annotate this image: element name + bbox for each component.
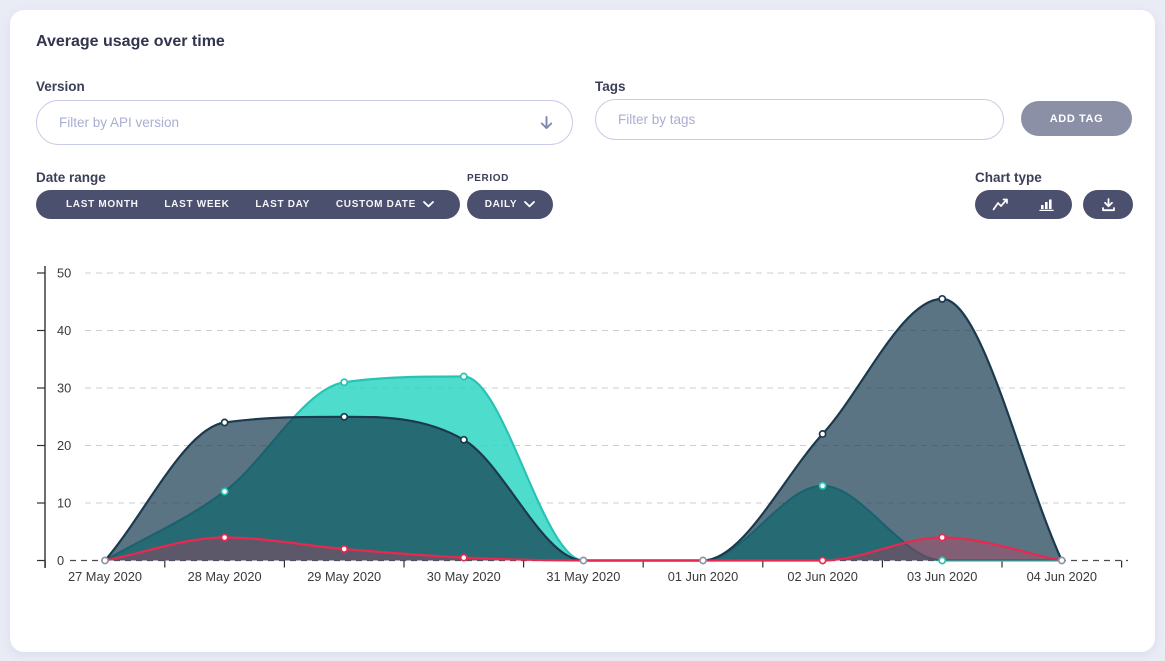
period-select[interactable]: DAILY [479,190,542,219]
svg-text:40: 40 [57,323,71,338]
svg-text:50: 50 [57,266,71,281]
date-range-toolbar: LAST MONTH LAST WEEK LAST DAY CUSTOM DAT… [36,190,460,219]
download-button[interactable] [1084,190,1132,219]
tags-label: Tags [595,79,626,94]
version-field-wrap [36,100,573,145]
version-filter-input[interactable] [36,100,573,145]
page-title: Average usage over time [36,33,225,51]
custom-date-button[interactable]: CUSTOM DATE [330,190,440,219]
svg-text:29 May 2020: 29 May 2020 [307,569,381,584]
last-month-button[interactable]: LAST MONTH [60,190,145,219]
usage-chart: 0 10 20 30 40 50 27 May 2020 28 May 2020 29 May … [0,252,1165,600]
svg-text:31 May 2020: 31 May 2020 [546,569,620,584]
period-label: PERIOD [467,173,509,184]
line-chart-icon [992,198,1009,211]
svg-text:04 Jun 2020: 04 Jun 2020 [1027,569,1097,584]
svg-text:10: 10 [57,496,71,511]
svg-text:27 May 2020: 27 May 2020 [68,569,142,584]
chart-type-label: Chart type [975,170,1042,185]
svg-text:30 May 2020: 30 May 2020 [427,569,501,584]
svg-text:01 Jun 2020: 01 Jun 2020 [668,569,738,584]
bar-chart-button[interactable] [1024,190,1071,219]
svg-text:30: 30 [57,381,71,396]
version-label: Version [36,79,85,94]
last-week-button[interactable]: LAST WEEK [158,190,235,219]
arrow-down-icon[interactable] [538,114,555,131]
bar-chart-icon [1039,198,1054,211]
svg-text:0: 0 [57,553,64,568]
tags-filter-input[interactable] [595,99,1004,140]
chevron-down-icon [524,201,535,208]
line-chart-button[interactable] [977,190,1024,219]
svg-text:28 May 2020: 28 May 2020 [188,569,262,584]
svg-text:02 Jun 2020: 02 Jun 2020 [787,569,857,584]
last-day-button[interactable]: LAST DAY [249,190,316,219]
chevron-down-icon [423,201,434,208]
svg-text:20: 20 [57,438,71,453]
svg-text:03 Jun 2020: 03 Jun 2020 [907,569,977,584]
chart-type-toolbar [975,190,1072,219]
add-tag-button[interactable]: ADD TAG [1021,101,1132,136]
date-range-label: Date range [36,170,106,185]
tags-field-wrap [595,99,1004,140]
download-icon [1101,198,1116,212]
